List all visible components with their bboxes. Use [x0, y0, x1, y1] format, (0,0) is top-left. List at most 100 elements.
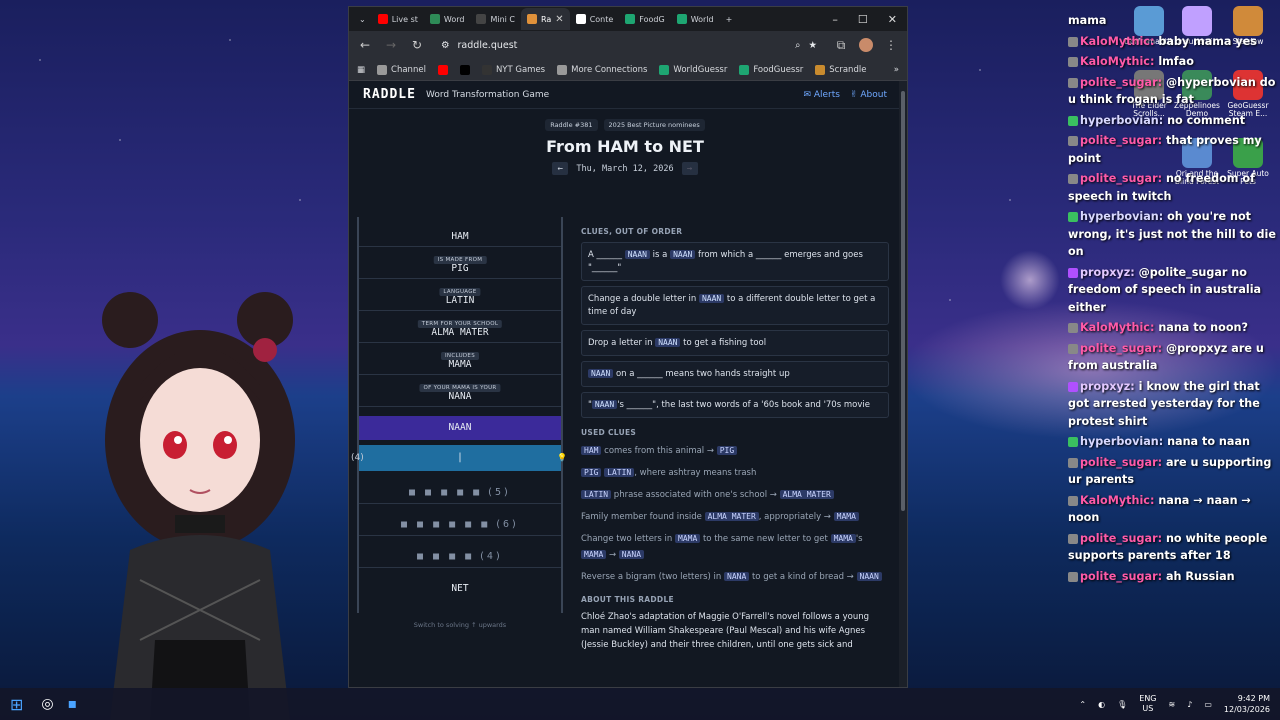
site-info-icon[interactable]: ⚙: [441, 40, 450, 51]
extensions-icon[interactable]: ⧉: [833, 38, 849, 53]
bookmark-star-icon[interactable]: ★: [808, 40, 817, 51]
browser-tab[interactable]: Live st: [372, 8, 424, 30]
bookmark-item[interactable]: WorldGuessr: [659, 64, 728, 75]
raddle-header: RADDLE Word Transformation Game ✉ Alerts…: [349, 81, 901, 109]
wifi-icon[interactable]: ≋: [1169, 700, 1176, 709]
used-clues-heading: USED CLUES: [581, 428, 637, 437]
ladder-word: PIG: [451, 263, 469, 274]
bookmark-item[interactable]: FoodGuessr: [739, 64, 803, 75]
clue-card[interactable]: A ______ NAAN is a NAAN from which a ___…: [581, 242, 889, 281]
browser-tab[interactable]: FoodG: [619, 8, 670, 30]
about-link[interactable]: ✌ About: [850, 90, 887, 100]
chat-username[interactable]: polite_sugar:: [1080, 342, 1166, 355]
tab-favicon-icon: [429, 14, 440, 24]
bookmark-item[interactable]: [459, 64, 470, 75]
chat-username[interactable]: KaloMythic:: [1080, 494, 1158, 507]
bookmark-favicon-icon: [377, 64, 388, 75]
ladder-rung-line: [359, 278, 561, 279]
profile-avatar[interactable]: [859, 38, 873, 52]
more-bookmarks-icon[interactable]: »: [894, 65, 899, 75]
tab-search-dropdown[interactable]: ⌄: [353, 8, 372, 30]
taskbar-app-icon[interactable]: ▪: [68, 696, 78, 712]
back-icon[interactable]: ←: [357, 38, 373, 52]
chat-username[interactable]: polite_sugar:: [1080, 172, 1166, 185]
chat-badge-icon: [1068, 343, 1078, 354]
chat-username[interactable]: polite_sugar:: [1080, 76, 1166, 89]
maximize-icon[interactable]: ☐: [858, 13, 868, 26]
chat-message: KaloMythic: nana → naan → noon: [1068, 492, 1276, 527]
url-text[interactable]: raddle.quest: [458, 40, 518, 51]
bookmark-item[interactable]: Channel: [377, 64, 426, 75]
volume-icon[interactable]: ♪: [1187, 700, 1192, 709]
chat-message: KaloMythic: nana to noon?: [1068, 319, 1276, 337]
raddle-logo[interactable]: RADDLE: [363, 87, 416, 102]
bookmark-item[interactable]: [437, 64, 448, 75]
omnibox[interactable]: ⚙ raddle.quest ⌕ ★: [435, 35, 823, 55]
bookmark-item[interactable]: More Connections: [557, 64, 647, 75]
used-clue: PIG LATIN, where ashtray means trash: [581, 465, 889, 481]
new-tab-button[interactable]: +: [720, 8, 739, 30]
chat-text: baby mama yes: [1158, 34, 1257, 48]
next-day-button[interactable]: →: [681, 162, 698, 175]
windows-start-icon[interactable]: ⊞: [10, 695, 23, 714]
chat-username[interactable]: polite_sugar:: [1080, 532, 1166, 545]
bookmark-label: Scrandle: [829, 64, 867, 75]
prev-day-button[interactable]: ←: [552, 162, 569, 175]
chat-username[interactable]: hyperbovian:: [1080, 210, 1167, 223]
browser-tab[interactable]: Word: [424, 8, 471, 30]
chat-username[interactable]: polite_sugar:: [1080, 134, 1166, 147]
browser-tab[interactable]: Ra ✕: [521, 8, 570, 30]
ladder-rung-line: [359, 342, 561, 343]
switch-direction-note[interactable]: Switch to solving ↑ upwards: [357, 621, 563, 629]
chat-username[interactable]: propxyz:: [1080, 266, 1139, 279]
bookmark-item[interactable]: Scrandle: [815, 64, 867, 75]
bookmark-item[interactable]: NYT Games: [481, 64, 545, 75]
clue-card[interactable]: Change a double letter in NAAN to a diff…: [581, 286, 889, 325]
language-indicator[interactable]: ENG US: [1139, 694, 1156, 714]
hint-bulb-icon[interactable]: 💡: [557, 453, 567, 462]
tab-label: Word: [443, 14, 465, 24]
chat-username[interactable]: hyperbovian:: [1080, 114, 1167, 127]
taskbar-app-icon[interactable]: ◎: [41, 696, 53, 712]
blank-letter-count: (4): [478, 551, 503, 562]
menu-icon[interactable]: ⋮: [883, 38, 899, 52]
chat-text: no comment: [1167, 113, 1246, 127]
battery-icon[interactable]: ▭: [1204, 700, 1212, 709]
chat-username[interactable]: polite_sugar:: [1080, 570, 1166, 583]
zoom-icon[interactable]: ⌕: [795, 40, 800, 51]
bookmark-label: WorldGuessr: [673, 64, 728, 75]
browser-tab[interactable]: Conte: [570, 8, 620, 30]
minimize-icon[interactable]: –: [832, 13, 838, 26]
tray-chevron-icon[interactable]: ⌃: [1079, 700, 1086, 709]
tab-label: Mini C: [490, 14, 515, 24]
chat-username[interactable]: KaloMythic:: [1080, 35, 1158, 48]
apps-icon[interactable]: ▦: [357, 65, 365, 75]
tab-favicon-icon: [377, 14, 388, 24]
chat-username[interactable]: KaloMythic:: [1080, 321, 1158, 334]
clock[interactable]: 9:42 PM 12/03/2026: [1224, 693, 1270, 715]
window-controls: – ☐ ✕: [832, 13, 907, 26]
alerts-link[interactable]: ✉ Alerts: [803, 90, 840, 100]
tab-close-icon[interactable]: ✕: [555, 14, 563, 25]
close-window-icon[interactable]: ✕: [888, 13, 897, 26]
reload-icon[interactable]: ↻: [409, 38, 425, 52]
chat-username[interactable]: propxyz:: [1080, 380, 1139, 393]
address-bar-row: ← → ↻ ⚙ raddle.quest ⌕ ★ ⧉ ⋮: [349, 31, 907, 59]
clue-card[interactable]: " NAAN's ______", the last two words of a…: [581, 392, 889, 418]
clue-card[interactable]: Drop a letter in NAAN to get a fishing t…: [581, 330, 889, 356]
forward-icon[interactable]: →: [383, 38, 399, 52]
clue-card[interactable]: NAAN on a ______ means two hands straigh…: [581, 361, 889, 387]
chat-username[interactable]: hyperbovian:: [1080, 435, 1167, 448]
chat-message: propxyz: i know the girl that got arrest…: [1068, 378, 1276, 431]
chat-username[interactable]: KaloMythic:: [1080, 55, 1158, 68]
browser-tab[interactable]: World: [671, 8, 720, 30]
chat-badge-icon: [1068, 174, 1078, 184]
mic-icon[interactable]: 🎙: [1117, 700, 1127, 709]
blank-letter-count: (5): [486, 487, 511, 498]
chat-username[interactable]: polite_sugar:: [1080, 456, 1166, 469]
browser-tab[interactable]: Mini C: [470, 8, 521, 30]
page-scrollbar[interactable]: [899, 81, 907, 687]
active-guess-input[interactable]: |: [359, 445, 561, 471]
used-clue: Change two letters in MAMA to the same n…: [581, 534, 863, 560]
tray-app-icon[interactable]: ◐: [1098, 700, 1105, 709]
